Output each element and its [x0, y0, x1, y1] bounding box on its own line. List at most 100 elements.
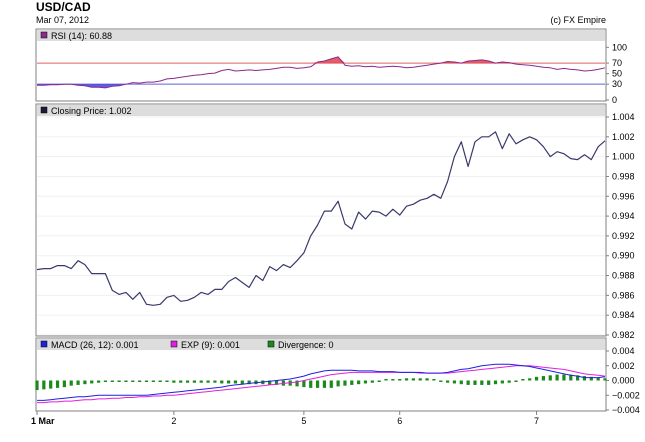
price-frame [35, 103, 607, 337]
price-tick-label: 1.000 [612, 152, 635, 162]
divergence-bar [138, 380, 142, 382]
divergence-bar [582, 376, 587, 381]
divergence-bar [49, 380, 53, 389]
divergence-bar [452, 380, 457, 384]
divergence-bar [192, 380, 196, 383]
divergence-bar [124, 380, 128, 382]
divergence-bar [548, 375, 552, 381]
divergence-bar [302, 380, 306, 388]
divergence-bar [514, 380, 518, 382]
divergence-bar [69, 380, 73, 386]
divergence-bar [473, 380, 477, 385]
rsi-panel: RSI (14): 60.88 0 305070 100 [35, 28, 627, 105]
chart-date: Mar 07, 2012 [36, 15, 89, 25]
divergence-bar [329, 380, 333, 388]
x-tick-label: 1 Mar [31, 416, 55, 426]
macd-tick-label: −0.002 [612, 390, 640, 400]
price-panel: Closing Price: 1.002 0.9820.9840.9860.98… [35, 103, 635, 340]
divergence-bar [480, 380, 484, 385]
rsi-tick-label: 50 [612, 69, 622, 79]
divergence-bar [446, 380, 450, 383]
divergence-bar [35, 380, 39, 391]
price-tick-label: 0.994 [612, 211, 635, 221]
price-tick-label: 0.982 [612, 330, 635, 340]
rsi-tick-label: 100 [612, 42, 627, 52]
divergence-bar [62, 380, 66, 388]
divergence-bar [439, 380, 443, 382]
divergence-bar [90, 380, 94, 384]
price-legend-swatch [40, 106, 48, 114]
divergence-bar [507, 380, 511, 383]
price-tick-label: 0.998 [612, 171, 635, 181]
divergence-bar [151, 380, 155, 382]
macd-tick-label: 0.004 [612, 346, 635, 356]
divergence-bar [42, 380, 46, 390]
divergence-bar [158, 380, 162, 382]
macd-legend-swatch [40, 340, 48, 348]
price-tick-label: 0.986 [612, 290, 635, 300]
price-tick-label: 0.984 [612, 310, 635, 320]
divergence-bar [206, 380, 210, 383]
price-tick-label: 1.004 [612, 112, 635, 122]
divergence-bar [336, 380, 340, 387]
divergence-bar [144, 380, 149, 382]
price-tick-label: 0.990 [612, 251, 635, 261]
divergence-bar [233, 380, 238, 384]
divergence-bar [172, 380, 176, 383]
rsi-legend-swatch [40, 31, 48, 39]
divergence-bar [555, 374, 559, 381]
divergence-bar [179, 380, 183, 383]
divergence-bar [432, 379, 436, 381]
divergence-bar [165, 380, 169, 382]
divergence-bar [534, 376, 539, 381]
divergence-bar [76, 380, 80, 385]
divergence-bar [322, 380, 327, 388]
divergence-bar [398, 379, 402, 381]
rsi-y-axis: 0 305070 100 [606, 42, 627, 105]
divergence-bar [466, 380, 470, 385]
rsi-tick-label: 0 [612, 95, 617, 105]
divergence-bar [384, 379, 388, 381]
divergence-bar [309, 380, 313, 388]
divergence-bar [350, 380, 354, 385]
price-tick-label: 0.996 [612, 191, 635, 201]
divergence-bar [521, 379, 525, 381]
price-tick-label: 0.992 [612, 231, 635, 241]
macd-legend-swatch [170, 340, 178, 348]
divergence-bar [411, 378, 415, 381]
divergence-bar [343, 380, 347, 386]
divergence-bar [603, 378, 607, 381]
chart-credit: (c) FX Empire [550, 15, 606, 25]
divergence-bar [500, 380, 504, 384]
macd-legend-label: MACD (26, 12): 0.001 [51, 340, 139, 350]
usdcad-chart: USD/CAD Mar 07, 2012 (c) FX Empire RSI (… [31, 0, 640, 426]
divergence-bar [110, 380, 114, 382]
x-tick-label: 7 [534, 416, 539, 426]
divergence-bar [562, 374, 566, 381]
divergence-bar [370, 380, 374, 383]
divergence-bar [103, 380, 108, 382]
divergence-bar [357, 380, 361, 385]
divergence-bar [220, 380, 224, 384]
divergence-bar [363, 380, 368, 384]
divergence-bar [418, 378, 422, 381]
divergence-bar [541, 376, 546, 381]
divergence-bar [493, 380, 498, 385]
divergence-bar [425, 378, 429, 381]
x-axis: 1 Mar 2 5 6 7 [31, 411, 539, 426]
divergence-bar [96, 380, 101, 383]
divergence-bar [185, 380, 190, 383]
macd-panel: MACD (26, 12): 0.001 EXP (9): 0.001 Diverg… [35, 337, 640, 415]
x-tick-label: 2 [171, 416, 176, 426]
divergence-bar [315, 380, 320, 388]
price-tick-label: 1.002 [612, 132, 635, 142]
divergence-bar [487, 380, 491, 385]
divergence-bar [83, 380, 87, 385]
macd-tick-label: −0.004 [612, 405, 640, 415]
divergence-bar [404, 378, 409, 381]
divergence-bar [199, 380, 203, 383]
macd-tick-label: 0.000 [612, 376, 635, 386]
macd-legend: MACD (26, 12): 0.001 EXP (9): 0.001 Diverg… [40, 340, 334, 350]
price-legend-label: Closing Price: 1.002 [51, 106, 132, 116]
chart-title: USD/CAD [36, 0, 91, 14]
